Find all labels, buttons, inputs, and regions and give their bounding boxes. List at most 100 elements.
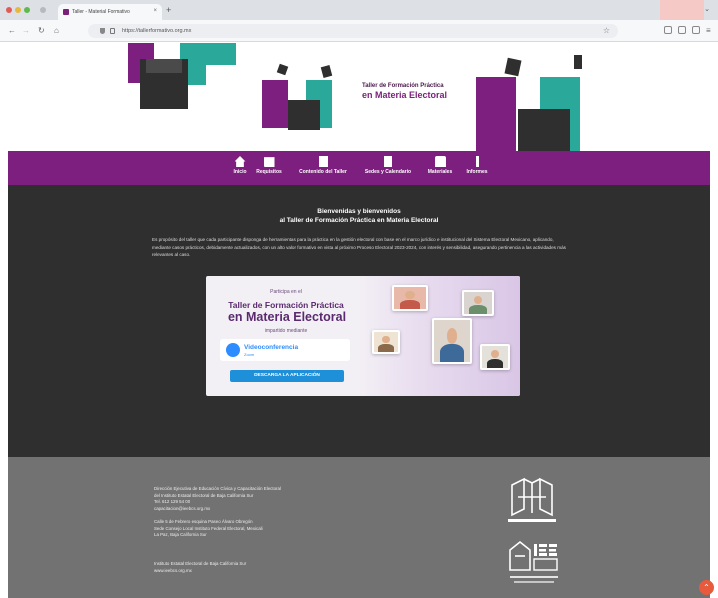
ballot-screen-shape (202, 43, 236, 65)
site-title: Taller de Formación Práctica en Materia … (362, 83, 482, 100)
intro-paragraph: Es propósito del taller que cada partici… (152, 237, 566, 258)
downloads-icon[interactable] (678, 26, 686, 34)
account-icon[interactable] (692, 26, 700, 34)
minimize-window-icon[interactable] (15, 7, 21, 13)
welcome-heading: Bienvenidas y bienvenidos al Taller de F… (8, 207, 710, 225)
person-body (469, 304, 487, 314)
menu-icon[interactable]: ≡ (706, 26, 711, 36)
person-head (405, 290, 415, 300)
ballot-paper-shape (276, 63, 289, 76)
zoom-camera-icon (226, 343, 240, 357)
banner-title-line1: Taller de Formación Práctica (228, 300, 344, 310)
participant-photo (392, 285, 428, 311)
tab-title: Taller - Material Formativo (72, 9, 130, 15)
person-body (399, 299, 421, 309)
institute-emblem-icon (508, 477, 556, 522)
welcome-line1: Bienvenidas y bienvenidos (317, 208, 401, 215)
scroll-to-top-button[interactable]: ⌃ (699, 580, 714, 595)
footer-line: Instituto Estatal Electoral de Baja Cali… (154, 561, 247, 566)
banner-kicker: Participa en el (270, 289, 302, 295)
browser-toolbar: ← → ↻ ⌂ https://tallerformativo.org.mx ☆… (0, 20, 718, 42)
pocket-icon[interactable] (664, 26, 672, 34)
home-browser-icon[interactable]: ⌂ (54, 26, 59, 36)
calendar-icon (263, 157, 275, 167)
participant-photo (462, 290, 494, 316)
main-navigation: Inicio Requisitos Contenido del Taller S… (8, 151, 710, 185)
zoom-platform-sublabel: Zoom (244, 352, 255, 357)
ballot-box-lid (146, 59, 182, 73)
site-header: Taller de Formación Práctica en Materia … (0, 43, 718, 151)
person-body (440, 344, 464, 362)
nav-item-label: Materiales (427, 169, 453, 175)
person-head (491, 349, 499, 359)
banner-subtitle: impartido mediante (264, 328, 308, 334)
nav-item-label: Requisitos (256, 169, 282, 175)
tab-list-icon[interactable] (40, 7, 46, 13)
footer-email-link[interactable]: capacitacion@ieebcs.org.mx (154, 506, 374, 513)
site-title-line2: en Materia Electoral (362, 90, 448, 100)
book-icon (318, 156, 328, 167)
site-favicon-icon (63, 9, 69, 15)
nav-item-sedes[interactable]: Sedes y Calendario (358, 151, 418, 185)
url-text: https://tallerformativo.org.mx (122, 28, 192, 34)
site-footer: Dirección Ejecutiva de Educación Cívica … (8, 457, 710, 598)
banner-title-line2: en Materia Electoral (227, 310, 347, 324)
nav-item-informes[interactable]: Informes (462, 151, 492, 185)
browser-tab[interactable]: Taller - Material Formativo × (58, 4, 162, 20)
zoom-banner[interactable]: Participa en el Taller de Formación Prác… (206, 276, 520, 396)
ballot-box-shape (518, 109, 570, 151)
nav-item-contenido[interactable]: Contenido del Taller (292, 151, 354, 185)
nav-item-requisitos[interactable]: Requisitos (252, 151, 286, 185)
maximize-window-icon[interactable] (24, 7, 30, 13)
info-icon (475, 156, 479, 167)
footer-line: La Paz, Baja California Sur (154, 532, 207, 538)
participant-photo (480, 344, 510, 370)
close-window-icon[interactable] (6, 7, 12, 13)
person-head (446, 327, 458, 344)
footer-institute-block: Instituto Estatal Electoral de Baja Cali… (154, 561, 374, 574)
highlight-area (660, 0, 704, 20)
browser-tab-bar: Taller - Material Formativo × + ⌄ (0, 0, 718, 20)
nav-item-label: Informes (466, 169, 488, 175)
lock-icon (110, 28, 115, 34)
inbox-icon (434, 156, 446, 167)
tab-close-icon[interactable]: × (153, 8, 157, 14)
reload-icon[interactable]: ↻ (38, 26, 45, 36)
back-icon[interactable]: ← (8, 26, 16, 36)
nav-item-label: Inicio (233, 169, 247, 175)
participant-photo (432, 318, 472, 364)
ballot-box-shape (288, 100, 320, 130)
ballot-paper-shape (574, 55, 582, 69)
person-head (382, 335, 390, 344)
nav-item-label: Sedes y Calendario (364, 169, 412, 175)
nav-item-inicio[interactable]: Inicio (230, 151, 250, 185)
forward-icon[interactable]: → (22, 26, 30, 36)
home-icon (234, 156, 246, 167)
participant-photo (372, 330, 400, 354)
ballot-screen-shape (262, 80, 288, 128)
shield-icon (100, 28, 105, 34)
footer-address-block: Calle 5 de Febrero esquina Paseo Álvaro … (154, 519, 374, 539)
footer-website-link[interactable]: www.ieebcs.org.mx (154, 568, 374, 575)
footer-phone: Tel. 612 129 54 00 (154, 499, 191, 505)
welcome-line2: al Taller de Formación Práctica en Mater… (279, 217, 439, 224)
ballot-paper-shape (320, 65, 333, 78)
new-tab-button[interactable]: + (166, 5, 171, 15)
zoom-logo-box: Videoconferencia Zoom (220, 339, 350, 361)
person-body (486, 358, 504, 368)
download-app-button[interactable]: DESCARGA LA APLICACIÓN (230, 370, 344, 382)
footer-contact-block: Dirección Ejecutiva de Educación Cívica … (154, 486, 374, 512)
footer-line: del Instituto Estatal Electoral de Baja … (154, 492, 254, 498)
address-bar[interactable]: https://tallerformativo.org.mx ☆ (88, 24, 618, 38)
ballot-screen-shape (476, 77, 516, 151)
bookmark-star-icon[interactable]: ☆ (603, 26, 610, 35)
footer-line: Calle 5 de Febrero esquina Paseo Álvaro … (154, 519, 253, 524)
iee-bcs-logo (509, 540, 558, 583)
nav-item-materiales[interactable]: Materiales (422, 151, 458, 185)
site-title-line1: Taller de Formación Práctica (362, 83, 444, 89)
person-head (473, 295, 483, 305)
document-icon (384, 156, 392, 167)
footer-line: Sede Consejo Local Instituto Federal Ele… (154, 525, 263, 531)
zoom-platform-label: Videoconferencia (244, 344, 299, 351)
tab-dropdown-icon[interactable]: ⌄ (704, 5, 710, 13)
